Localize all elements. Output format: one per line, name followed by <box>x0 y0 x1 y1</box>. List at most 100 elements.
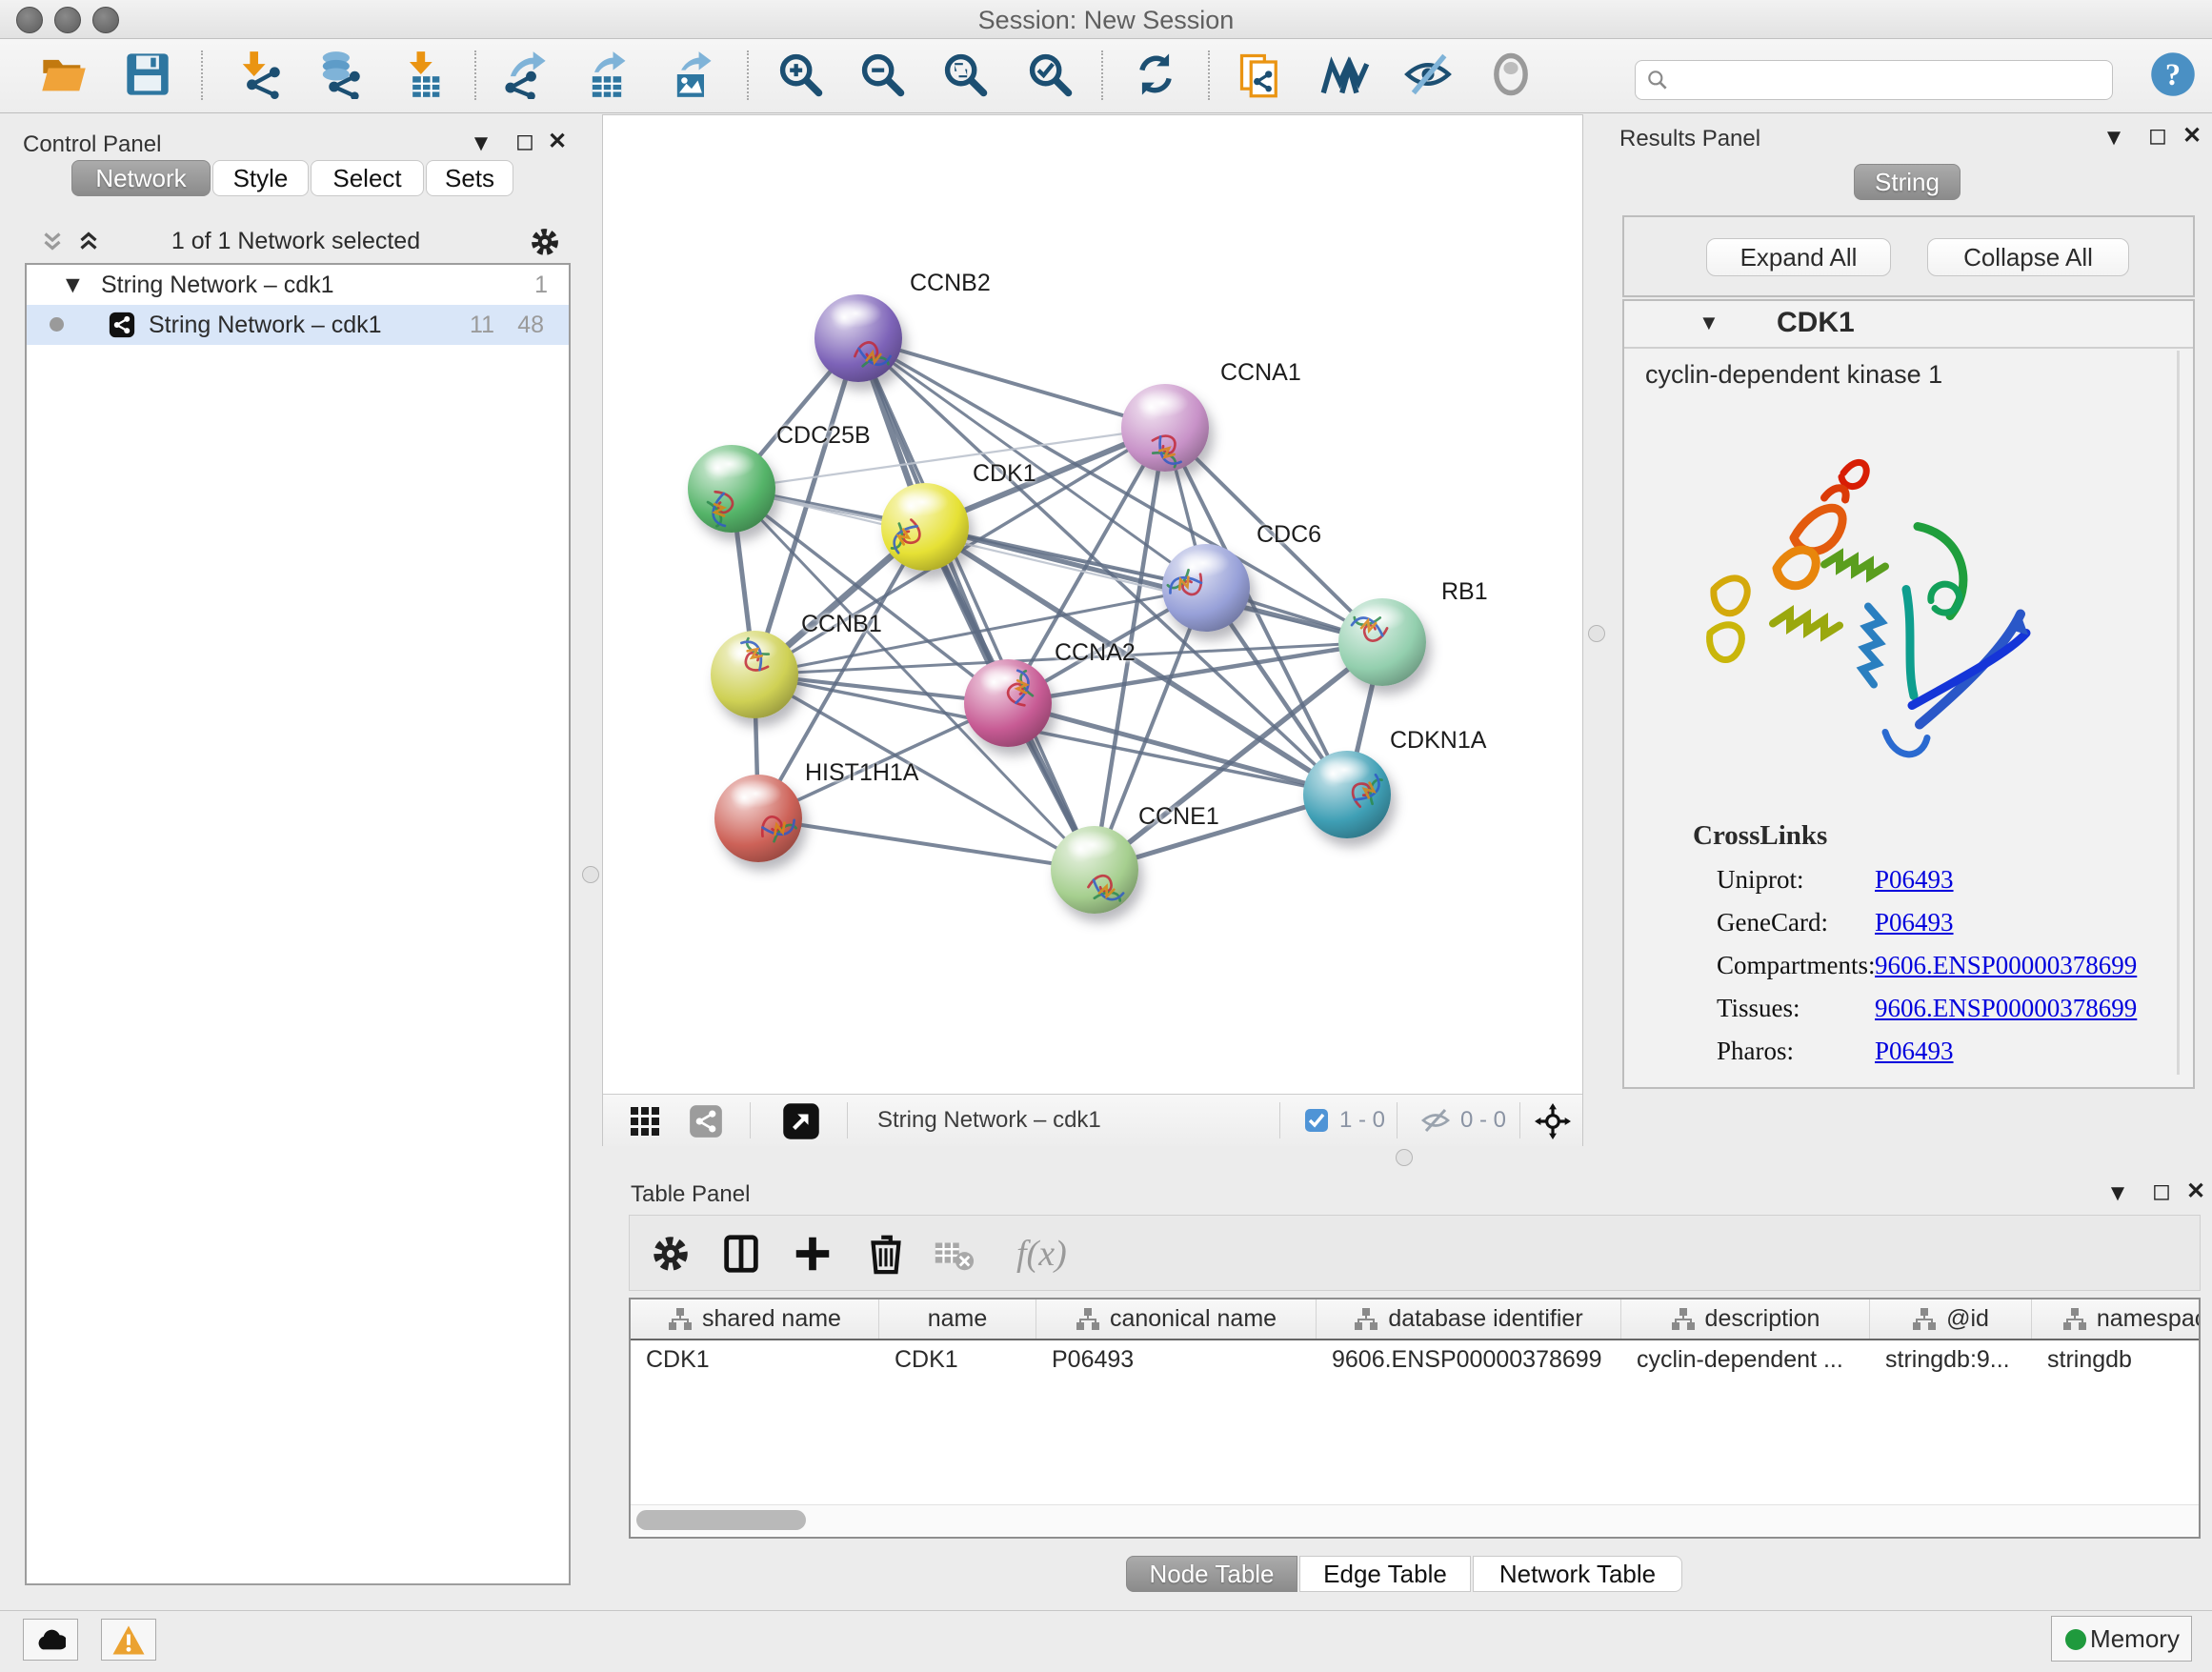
tab-select[interactable]: Select <box>311 160 424 196</box>
table-cell[interactable]: cyclin-dependent ... <box>1621 1340 1870 1379</box>
cloud-status-button[interactable] <box>23 1619 78 1661</box>
zoom-selected-icon[interactable] <box>1025 50 1075 99</box>
results-scrollbar[interactable] <box>2177 351 2180 1075</box>
float-panel-icon[interactable]: ▼ <box>2100 124 2128 152</box>
table-cell[interactable]: P06493 <box>1036 1340 1317 1379</box>
zoom-out-icon[interactable] <box>857 50 907 99</box>
open-session-icon[interactable] <box>39 50 89 99</box>
gene-header[interactable]: ▼ CDK1 <box>1624 301 2193 349</box>
collapse-arrow-icon[interactable]: ▼ <box>61 265 85 305</box>
pan-crosshair-icon[interactable] <box>1535 1103 1571 1139</box>
zoom-in-icon[interactable] <box>775 50 825 99</box>
add-column-icon[interactable] <box>791 1232 835 1276</box>
network-node-CDC25B[interactable] <box>688 445 775 533</box>
network-node-HIST1H1A[interactable] <box>714 775 802 862</box>
save-session-icon[interactable] <box>123 50 172 99</box>
left-splitter-handle[interactable] <box>582 866 599 883</box>
collapse-all-button[interactable]: Collapse All <box>1927 238 2129 276</box>
network-node-CCNE1[interactable] <box>1051 826 1138 914</box>
column-header-shared-name[interactable]: shared name <box>631 1299 879 1339</box>
close-panel-icon[interactable]: ✕ <box>2178 122 2206 151</box>
network-node-CCNA2[interactable] <box>964 659 1052 747</box>
duplicate-network-icon[interactable] <box>1236 50 1285 99</box>
network-node-CDK1[interactable] <box>881 483 969 571</box>
tab-network-table[interactable]: Network Table <box>1473 1556 1682 1592</box>
network-collection-row[interactable]: ▼ String Network – cdk1 1 <box>27 265 569 305</box>
column-header--id[interactable]: @id <box>1870 1299 2032 1339</box>
gear-icon[interactable] <box>528 225 562 259</box>
table-horizontal-scrollbar[interactable] <box>631 1504 2199 1536</box>
crosslink-link[interactable]: P06493 <box>1875 865 1954 895</box>
export-network-icon[interactable] <box>500 50 550 99</box>
tab-edge-table[interactable]: Edge Table <box>1299 1556 1471 1592</box>
column-header-namespace[interactable]: namespace <box>2032 1299 2201 1339</box>
selected-checkbox-icon[interactable] <box>1304 1108 1329 1133</box>
hide-selected-icon[interactable] <box>1403 50 1453 99</box>
table-cell[interactable]: CDK1 <box>879 1340 1036 1379</box>
maximize-panel-icon[interactable]: ◻ <box>511 128 539 156</box>
float-panel-icon[interactable]: ▼ <box>2103 1179 2132 1208</box>
zoom-fit-icon[interactable] <box>940 50 990 99</box>
show-columns-icon[interactable] <box>719 1232 763 1276</box>
tab-style[interactable]: Style <box>212 160 309 196</box>
tab-node-table[interactable]: Node Table <box>1126 1556 1297 1592</box>
toolbar-separator <box>201 50 203 100</box>
help-icon[interactable]: ? <box>2148 50 2198 99</box>
table-cell[interactable]: 9606.ENSP00000378699 <box>1317 1340 1621 1379</box>
float-panel-icon[interactable]: ▼ <box>467 130 495 158</box>
expand-all-button[interactable]: Expand All <box>1706 238 1891 276</box>
grid-view-icon[interactable] <box>630 1106 660 1137</box>
network-canvas[interactable]: CCNB2 CCNA1 CDC25B CDK1 CDC6 RB1 CCNB1 <box>603 115 1582 1094</box>
search-field[interactable] <box>1635 60 2113 100</box>
network-node-CDKN1A[interactable] <box>1303 751 1391 838</box>
network-node-CCNB1[interactable] <box>711 631 798 718</box>
table-cell[interactable]: stringdb <box>2032 1340 2201 1379</box>
network-view-mode-icon[interactable] <box>689 1104 723 1138</box>
close-panel-icon[interactable]: ✕ <box>2182 1178 2210 1206</box>
crosslink-link[interactable]: P06493 <box>1875 908 1954 937</box>
collapse-arrow-icon[interactable]: ▼ <box>1699 311 1719 335</box>
column-header-name[interactable]: name <box>879 1299 1036 1339</box>
export-image-icon[interactable] <box>667 50 716 99</box>
network-node-CCNA1[interactable] <box>1121 384 1209 472</box>
import-network-icon[interactable] <box>233 50 283 99</box>
close-panel-icon[interactable]: ✕ <box>543 128 572 156</box>
warning-status-button[interactable] <box>101 1619 156 1661</box>
right-splitter-handle[interactable] <box>1588 625 1605 642</box>
table-cell[interactable]: CDK1 <box>631 1340 879 1379</box>
search-input[interactable] <box>1678 63 2101 95</box>
import-table-icon[interactable] <box>398 50 448 99</box>
tab-sets[interactable]: Sets <box>426 160 513 196</box>
import-database-icon[interactable] <box>313 50 363 99</box>
crosslink-link[interactable]: 9606.ENSP00000378699 <box>1875 994 2137 1023</box>
column-header-database-identifier[interactable]: database identifier <box>1317 1299 1621 1339</box>
scrollbar-thumb[interactable] <box>636 1510 806 1530</box>
network-row-selected[interactable]: String Network – cdk1 11 48 <box>27 305 569 345</box>
network-node-CCNB2[interactable] <box>814 294 902 382</box>
table-row[interactable]: CDK1CDK1P064939606.ENSP00000378699cyclin… <box>631 1340 2199 1379</box>
column-header-description[interactable]: description <box>1621 1299 1870 1339</box>
tab-string[interactable]: String <box>1854 164 1961 200</box>
protein-thumbnail <box>843 327 902 386</box>
horizontal-splitter-handle[interactable] <box>1396 1149 1413 1166</box>
tab-network[interactable]: Network <box>71 160 211 196</box>
delete-column-icon[interactable] <box>864 1232 908 1276</box>
gear-icon[interactable] <box>649 1232 693 1276</box>
network-node-CDC6[interactable] <box>1162 544 1250 632</box>
delete-table-icon[interactable] <box>932 1232 975 1276</box>
crosslink-link[interactable]: 9606.ENSP00000378699 <box>1875 951 2137 980</box>
refresh-icon[interactable] <box>1131 50 1180 99</box>
crosslink-link[interactable]: P06493 <box>1875 1037 1954 1066</box>
maximize-panel-icon[interactable]: ◻ <box>2143 122 2172 151</box>
export-table-icon[interactable] <box>582 50 632 99</box>
open-in-window-icon[interactable] <box>782 1102 820 1140</box>
function-builder-icon[interactable]: f(x) <box>1016 1233 1067 1275</box>
maximize-panel-icon[interactable]: ◻ <box>2147 1178 2176 1206</box>
show-all-icon[interactable] <box>1486 50 1536 99</box>
table-cell[interactable]: stringdb:9... <box>1870 1340 2032 1379</box>
memory-button[interactable]: Memory <box>2051 1616 2192 1662</box>
network-node-RB1[interactable] <box>1338 598 1426 686</box>
first-neighbors-icon[interactable] <box>1320 50 1370 99</box>
column-header-canonical-name[interactable]: canonical name <box>1036 1299 1317 1339</box>
hidden-eye-icon[interactable] <box>1420 1107 1451 1134</box>
